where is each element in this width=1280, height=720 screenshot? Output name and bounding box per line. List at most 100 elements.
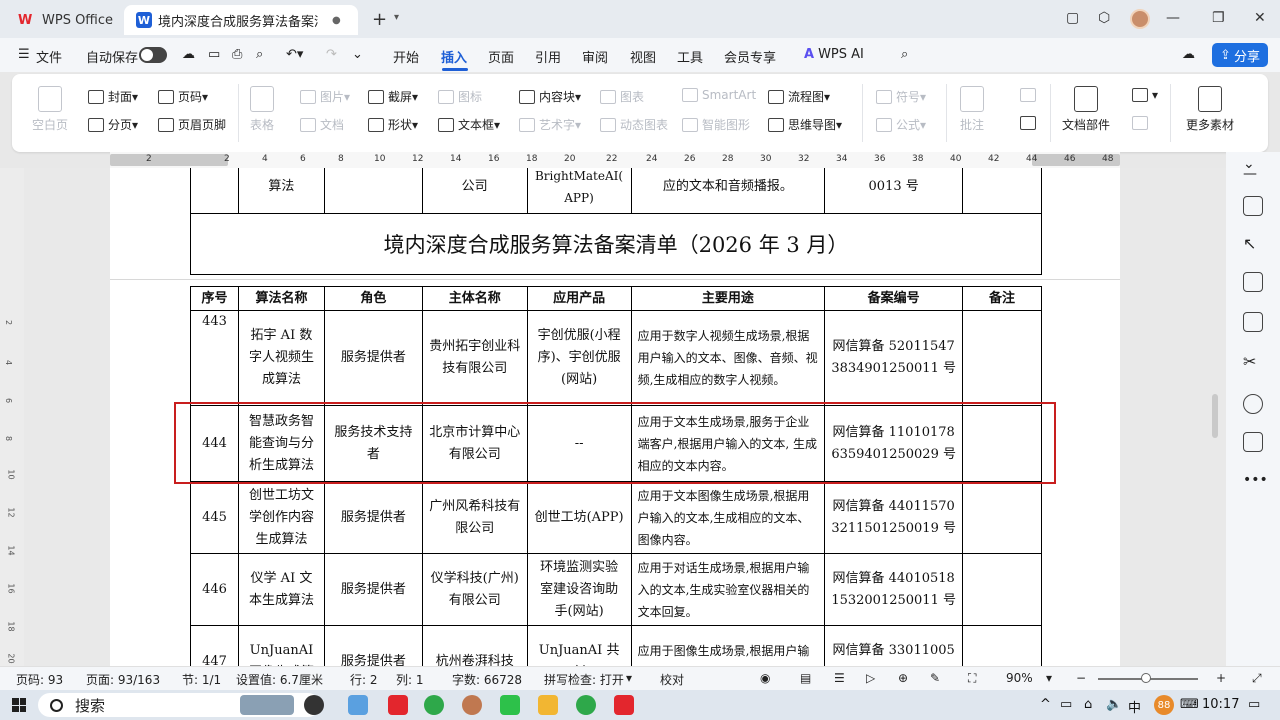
menu-file[interactable]: 文件 bbox=[36, 47, 62, 66]
pen-icon[interactable] bbox=[1243, 196, 1263, 216]
status-page-number[interactable]: 页码: 93 bbox=[16, 671, 63, 688]
wps-ai-button[interactable]: A WPS AI bbox=[804, 47, 864, 62]
user-app-icon[interactable] bbox=[462, 695, 482, 715]
filing-table[interactable]: 序号 算法名称 角色 主体名称 应用产品 主要用途 备案编号 备注 443 拓宇… bbox=[190, 286, 1042, 666]
picture-button[interactable]: 图片 ▾ bbox=[300, 88, 350, 105]
zoom-in-icon[interactable]: + bbox=[1216, 671, 1226, 685]
play-icon[interactable]: ▷ bbox=[866, 671, 875, 685]
windows-start-icon[interactable] bbox=[12, 698, 26, 712]
menu-vip[interactable]: 会员专享 bbox=[724, 47, 776, 66]
search-icon[interactable]: ⌕ bbox=[901, 47, 908, 62]
avatar[interactable] bbox=[1130, 9, 1150, 29]
open-folder-icon[interactable]: ▭ bbox=[208, 47, 220, 62]
menu-insert[interactable]: 插入 bbox=[441, 47, 467, 66]
cursor-icon[interactable]: ↖ bbox=[1243, 234, 1263, 254]
menu-reference[interactable]: 引用 bbox=[535, 47, 561, 66]
wps-taskbar-icon[interactable] bbox=[388, 695, 408, 715]
cube-icon[interactable]: ⬡ bbox=[1098, 10, 1110, 26]
status-pages[interactable]: 页面: 93/163 bbox=[86, 671, 160, 688]
link-icon[interactable] bbox=[1020, 88, 1040, 102]
status-spell-check[interactable]: 拼写检查: 打开 bbox=[544, 671, 624, 688]
more-materials-button[interactable]: 更多素材 bbox=[1186, 86, 1234, 133]
blank-page-button[interactable]: 空白页 bbox=[32, 86, 68, 133]
help-icon[interactable] bbox=[1243, 394, 1263, 414]
redo-icon[interactable]: ↷ bbox=[326, 47, 337, 62]
outline-view-icon[interactable]: ☰ bbox=[834, 671, 845, 685]
chevron-down-icon[interactable]: ▾ bbox=[626, 671, 632, 685]
ai-write-icon[interactable] bbox=[1243, 312, 1263, 332]
art-text-button[interactable]: 艺术字 ▾ bbox=[519, 116, 581, 133]
chevron-down-icon[interactable]: ▾ bbox=[1046, 671, 1052, 685]
widgets-icon[interactable] bbox=[304, 695, 324, 715]
table-button[interactable]: 表格 bbox=[250, 86, 274, 133]
page-number-button[interactable]: 页码 ▾ bbox=[158, 88, 208, 105]
more-icon[interactable]: ••• bbox=[1243, 472, 1268, 492]
close-icon[interactable]: ✕ bbox=[1254, 10, 1266, 26]
table-row[interactable]: 447 UnJuanAI 图像生成算 服务提供者 杭州卷湃科技 UnJuanAI… bbox=[190, 625, 1042, 666]
table-row[interactable]: 446 仪学 AI 文本生成算法 服务提供者 仪学科技(广州)有限公司 环境监测… bbox=[190, 553, 1042, 626]
tray-chevron-icon[interactable]: ^ bbox=[1040, 697, 1051, 712]
shapes-button[interactable]: 形状 ▾ bbox=[368, 116, 418, 133]
section-break-button[interactable]: 分页 ▾ bbox=[88, 116, 138, 133]
formula-button[interactable]: 公式 ▾ bbox=[876, 116, 926, 133]
restore-icon[interactable]: ❐ bbox=[1212, 10, 1225, 26]
tools-icon[interactable]: ✂ bbox=[1243, 352, 1263, 372]
page-view-icon[interactable]: ▤ bbox=[800, 671, 811, 685]
status-setting[interactable]: 设置值: 6.7厘米 bbox=[236, 671, 323, 688]
print-icon[interactable]: ⎙ bbox=[232, 47, 242, 62]
unsaved-dot-icon[interactable]: ● bbox=[332, 15, 341, 26]
status-section[interactable]: 节: 1/1 bbox=[182, 671, 221, 688]
minimize-icon[interactable]: — bbox=[1166, 10, 1180, 26]
tab-wps-home[interactable]: W WPS Office bbox=[8, 5, 118, 35]
status-proofread[interactable]: 校对 bbox=[660, 671, 684, 688]
print-preview-icon[interactable]: ⌕ bbox=[256, 47, 263, 62]
attachment-icon[interactable]: ▾ bbox=[1132, 88, 1158, 102]
autosave-toggle[interactable] bbox=[139, 47, 167, 63]
menu-view[interactable]: 视图 bbox=[630, 47, 656, 66]
web-view-icon[interactable]: ⊕ bbox=[898, 671, 908, 685]
battery-icon[interactable]: ▭ bbox=[1060, 697, 1072, 712]
horizontal-ruler[interactable]: 2 2 4 6 8 10 12 14 16 18 20 22 24 26 28 … bbox=[110, 152, 1120, 168]
wechat-icon[interactable] bbox=[500, 695, 520, 715]
share-button[interactable]: ⇪ 分享 bbox=[1212, 43, 1268, 67]
hamburger-menu-icon[interactable]: ☰ bbox=[18, 47, 30, 62]
doc-parts-button[interactable]: 文档部件 bbox=[1062, 86, 1110, 133]
zoom-level[interactable]: 90% bbox=[1006, 671, 1033, 685]
adjust-icon[interactable] bbox=[1243, 272, 1263, 292]
smart-shape-button[interactable]: 智能图形 bbox=[682, 116, 750, 133]
header-footer-button[interactable]: 页眉页脚 bbox=[158, 116, 226, 133]
fit-page-icon[interactable]: ⛶ bbox=[968, 671, 976, 686]
cloud-save-icon[interactable]: ☁ bbox=[182, 47, 195, 62]
document-workspace[interactable]: 算法 公司 BrightMateAI( APP) 应的文本和音频播报。 0013… bbox=[0, 168, 1226, 666]
window-layout-icon[interactable]: ▢ bbox=[1066, 10, 1079, 26]
table-row[interactable]: 443 拓宇 AI 数字人视频生成算法 服务提供者 贵州拓宇创业科技有限公司 宇… bbox=[190, 310, 1042, 406]
volume-icon[interactable]: 🔈 bbox=[1106, 697, 1122, 712]
new-tab-icon[interactable]: + bbox=[372, 9, 387, 30]
zoom-slider-handle[interactable] bbox=[1141, 673, 1151, 683]
minus-icon[interactable]: — bbox=[1243, 166, 1263, 186]
comment-button[interactable]: 批注 bbox=[960, 86, 984, 133]
flowchart-button[interactable]: 流程图 ▾ bbox=[768, 88, 830, 105]
undo-icon[interactable]: ↶▾ bbox=[286, 47, 303, 62]
text-box-button[interactable]: 文本框 ▾ bbox=[438, 116, 500, 133]
taskbar-clock[interactable]: 10:17 bbox=[1202, 697, 1239, 712]
tab-document[interactable]: W 境内深度合成服务算法备案清单 ● bbox=[124, 5, 358, 35]
document-button[interactable]: 文档 bbox=[300, 116, 344, 133]
notification-badge[interactable]: 88 bbox=[1154, 695, 1174, 715]
zoom-out-icon[interactable]: − bbox=[1076, 671, 1086, 685]
menu-review[interactable]: 审阅 bbox=[582, 47, 608, 66]
edge-browser-icon[interactable] bbox=[424, 695, 444, 715]
network-icon[interactable]: ⌂ bbox=[1084, 697, 1092, 712]
file-explorer-icon[interactable] bbox=[348, 695, 368, 715]
translate-icon[interactable] bbox=[1243, 432, 1263, 452]
mindmap-button[interactable]: 思维导图 ▾ bbox=[768, 116, 842, 133]
screenshot-button[interactable]: 截屏 ▾ bbox=[368, 88, 418, 105]
browser-icon[interactable] bbox=[576, 695, 596, 715]
table-row[interactable]: 444 智慧政务智能查询与分析生成算法 服务技术支持者 北京市计算中心有限公司 … bbox=[190, 405, 1042, 482]
text-align-icon[interactable] bbox=[1132, 116, 1152, 130]
table-row[interactable]: 445 创世工坊文学创作内容生成算法 服务提供者 广州风希科技有限公司 创世工坊… bbox=[190, 481, 1042, 554]
folder-icon[interactable] bbox=[538, 695, 558, 715]
notification-icon[interactable]: ▭ bbox=[1248, 697, 1260, 712]
pen-mode-icon[interactable]: ✎ bbox=[930, 671, 940, 685]
wps-active-icon[interactable] bbox=[614, 695, 634, 715]
